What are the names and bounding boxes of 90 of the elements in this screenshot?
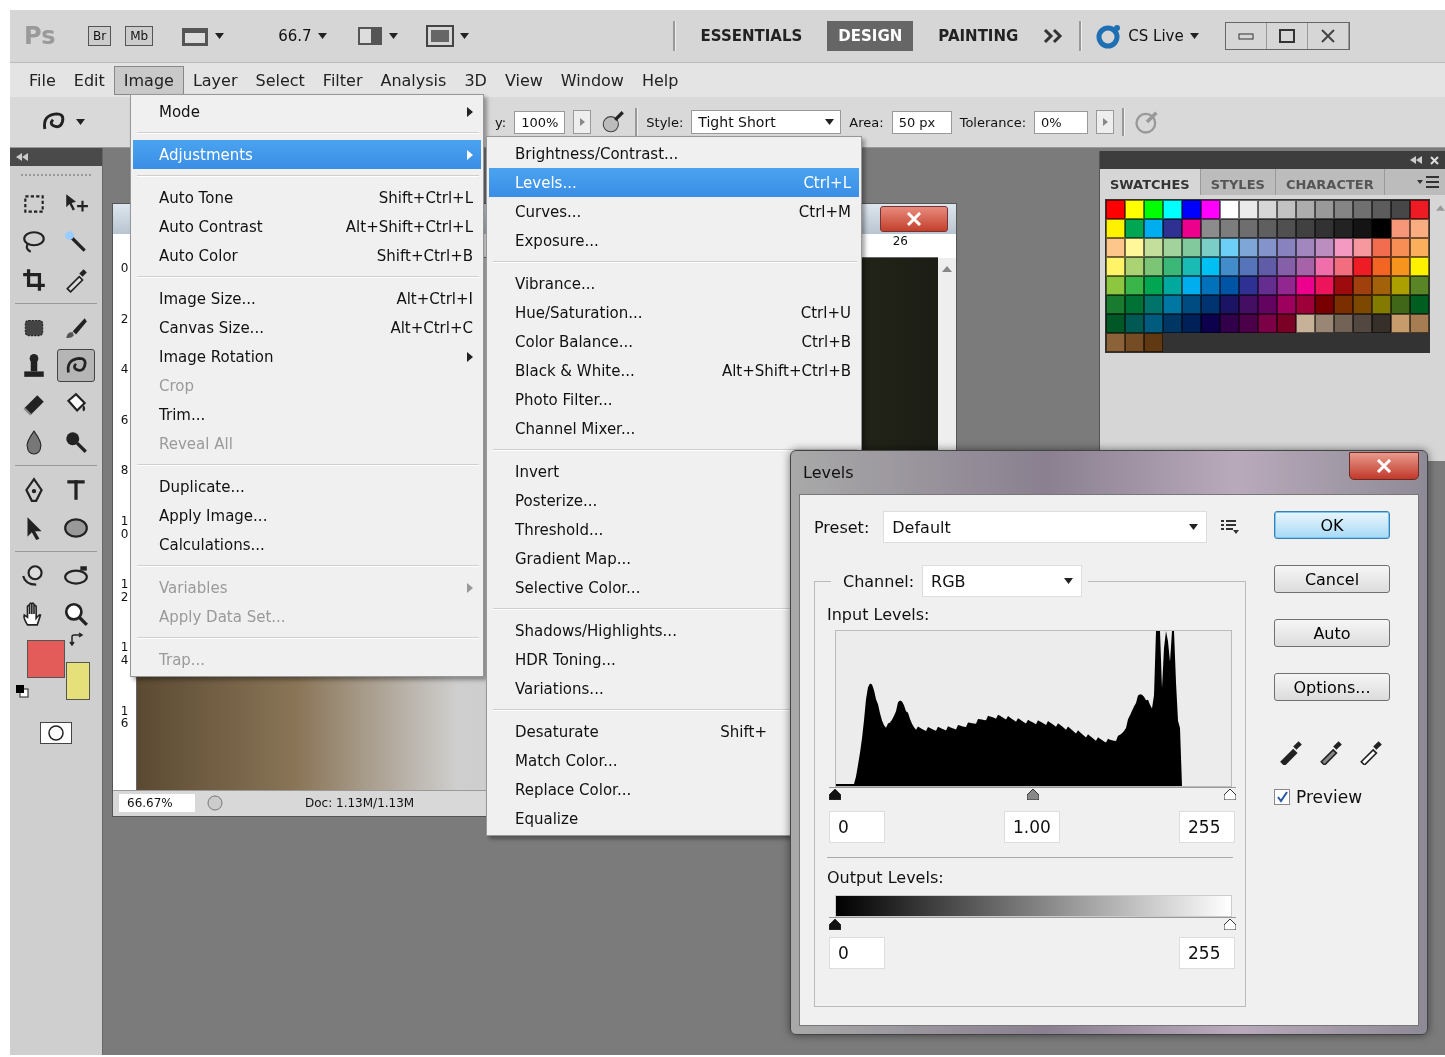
shortcut-text: Ctrl+U — [799, 303, 851, 322]
menu-item[interactable]: Hue/Saturation... Ctrl+U — [489, 298, 859, 327]
style-dropdown[interactable]: Tight Short — [691, 110, 842, 134]
menu-bar-item[interactable]: Image — [113, 65, 184, 95]
input-levels-label: Input Levels: — [827, 605, 931, 624]
level-field[interactable]: 0 — [829, 937, 885, 969]
shortcut-text: Alt+Shift+Ctrl+B — [720, 361, 851, 380]
menu-item[interactable]: Image Rotation — [133, 342, 481, 371]
menu-bar-item[interactable]: Select — [246, 66, 314, 94]
preset-dropdown[interactable]: Default — [883, 511, 1208, 543]
zoom-level[interactable]: 66.7 — [278, 27, 312, 45]
shortcut-text: Ctrl+L — [802, 173, 851, 192]
menu-item[interactable]: Auto Tone Shift+Ctrl+L — [133, 183, 481, 212]
ruler-number: 4 — [120, 363, 129, 376]
style-label: Style: — [646, 114, 684, 130]
shortcut-text: Alt+Ctrl+I — [395, 289, 473, 308]
ruler-number: 14 — [120, 641, 129, 667]
document-size: Doc: 1.13M/1.13M — [305, 795, 415, 810]
menu-bar-item[interactable]: Edit — [64, 66, 114, 94]
menu-item[interactable]: Calculations... — [133, 530, 481, 559]
area-label: Area: — [849, 114, 884, 130]
shortcut-text: Alt+Shift+Ctrl+L — [344, 217, 473, 236]
shortcut-text: Ctrl+B — [800, 332, 851, 351]
zoom-field[interactable]: 66.67% — [119, 793, 195, 812]
channel-dropdown[interactable]: RGB — [922, 565, 1083, 597]
ruler-number: 0 — [120, 262, 129, 275]
dialog-button[interactable]: Options... — [1274, 673, 1390, 701]
preview-label: Preview — [1296, 787, 1363, 807]
workspace-tab[interactable]: ESSENTIALS — [689, 21, 814, 51]
menu-item[interactable]: Mode — [133, 97, 481, 126]
dialog-button[interactable]: Cancel — [1274, 565, 1390, 593]
panel-tab[interactable]: SWATCHES — [1100, 169, 1201, 195]
tolerance-field[interactable]: 0% — [1034, 110, 1089, 134]
menu-item[interactable]: Apply Image... — [133, 501, 481, 530]
mini-bridge-button[interactable]: Mb — [125, 26, 154, 46]
shortcut-text: Shift+ — [719, 722, 767, 741]
menu-bar-item[interactable]: File — [20, 66, 65, 94]
menu-item[interactable]: Auto Color Shift+Ctrl+B — [133, 241, 481, 270]
dialog-button[interactable]: OK — [1274, 511, 1390, 539]
ruler-number: 10 — [120, 514, 129, 541]
level-field[interactable]: 0 — [829, 811, 885, 843]
ruler-number: 6 — [120, 413, 129, 427]
menu-item[interactable]: Trim... — [133, 400, 481, 429]
panel-tab[interactable]: CHARACTER — [1275, 169, 1385, 195]
menu-item[interactable]: Black & White... Alt+Shift+Ctrl+B — [489, 356, 859, 385]
shortcut-text: Ctrl+M — [797, 202, 851, 221]
area-field[interactable]: 50 px — [891, 110, 952, 134]
shortcut-text: Shift+Ctrl+B — [375, 246, 473, 265]
menu-item[interactable]: Duplicate... — [133, 472, 481, 501]
menu-item[interactable]: Curves... Ctrl+M — [489, 197, 859, 226]
workspace-tab[interactable]: DESIGN — [827, 21, 914, 51]
menu-item[interactable]: Image Size... Alt+Ctrl+I — [133, 284, 481, 313]
level-field[interactable]: 255 — [1179, 937, 1235, 969]
shortcut-text: Alt+Ctrl+C — [389, 318, 473, 337]
ruler-number: 16 — [120, 704, 129, 730]
ruler-number: 12 — [120, 578, 129, 604]
menu-item[interactable]: Canvas Size... Alt+Ctrl+C — [133, 313, 481, 342]
menu-item[interactable]: Brightness/Contrast... — [489, 139, 859, 168]
channel-label: Channel: — [843, 571, 915, 591]
dialog-title: Levels — [803, 463, 854, 482]
app-logo: Ps — [24, 22, 57, 50]
cs-live-label[interactable]: CS Live — [1128, 27, 1184, 45]
menu-item[interactable]: Channel Mixer... — [489, 414, 859, 443]
ruler-number: 26 — [892, 234, 908, 250]
ruler-number: 2 — [120, 312, 129, 326]
menu-bar-item[interactable]: 3D — [455, 66, 496, 94]
menu-bar-item[interactable]: Layer — [183, 66, 247, 94]
level-field[interactable]: 255 — [1179, 811, 1235, 843]
menu-bar-item[interactable]: View — [495, 66, 552, 94]
opacity-field[interactable]: 100% — [514, 110, 566, 134]
preset-label: Preset: — [814, 517, 870, 537]
menu-item[interactable]: Auto Contrast Alt+Shift+Ctrl+L — [133, 212, 481, 241]
tolerance-label: Tolerance: — [959, 114, 1027, 130]
opacity-label: y: — [495, 114, 507, 130]
ruler-number: 8 — [120, 464, 129, 477]
menu-item[interactable]: Exposure... — [489, 226, 859, 255]
menu-item[interactable]: Photo Filter... — [489, 385, 859, 414]
menu-bar-item[interactable]: Analysis — [371, 66, 456, 94]
menu-item[interactable]: Color Balance... Ctrl+B — [489, 327, 859, 356]
panel-tab[interactable]: STYLES — [1200, 169, 1276, 195]
menu-item[interactable]: Vibrance... — [489, 269, 859, 298]
menu-bar-item[interactable]: Help — [632, 66, 688, 94]
output-levels-label: Output Levels: — [827, 868, 945, 887]
menu-bar-item[interactable]: Filter — [313, 66, 372, 94]
dialog-button[interactable]: Auto — [1274, 619, 1390, 647]
shortcut-text: Shift+Ctrl+L — [377, 188, 473, 207]
level-field[interactable]: 1.00 — [1004, 811, 1060, 843]
menu-bar-item[interactable]: Window — [551, 66, 633, 94]
workspace-tab[interactable]: PAINTING — [927, 21, 1030, 51]
bridge-button[interactable]: Br — [88, 26, 112, 46]
